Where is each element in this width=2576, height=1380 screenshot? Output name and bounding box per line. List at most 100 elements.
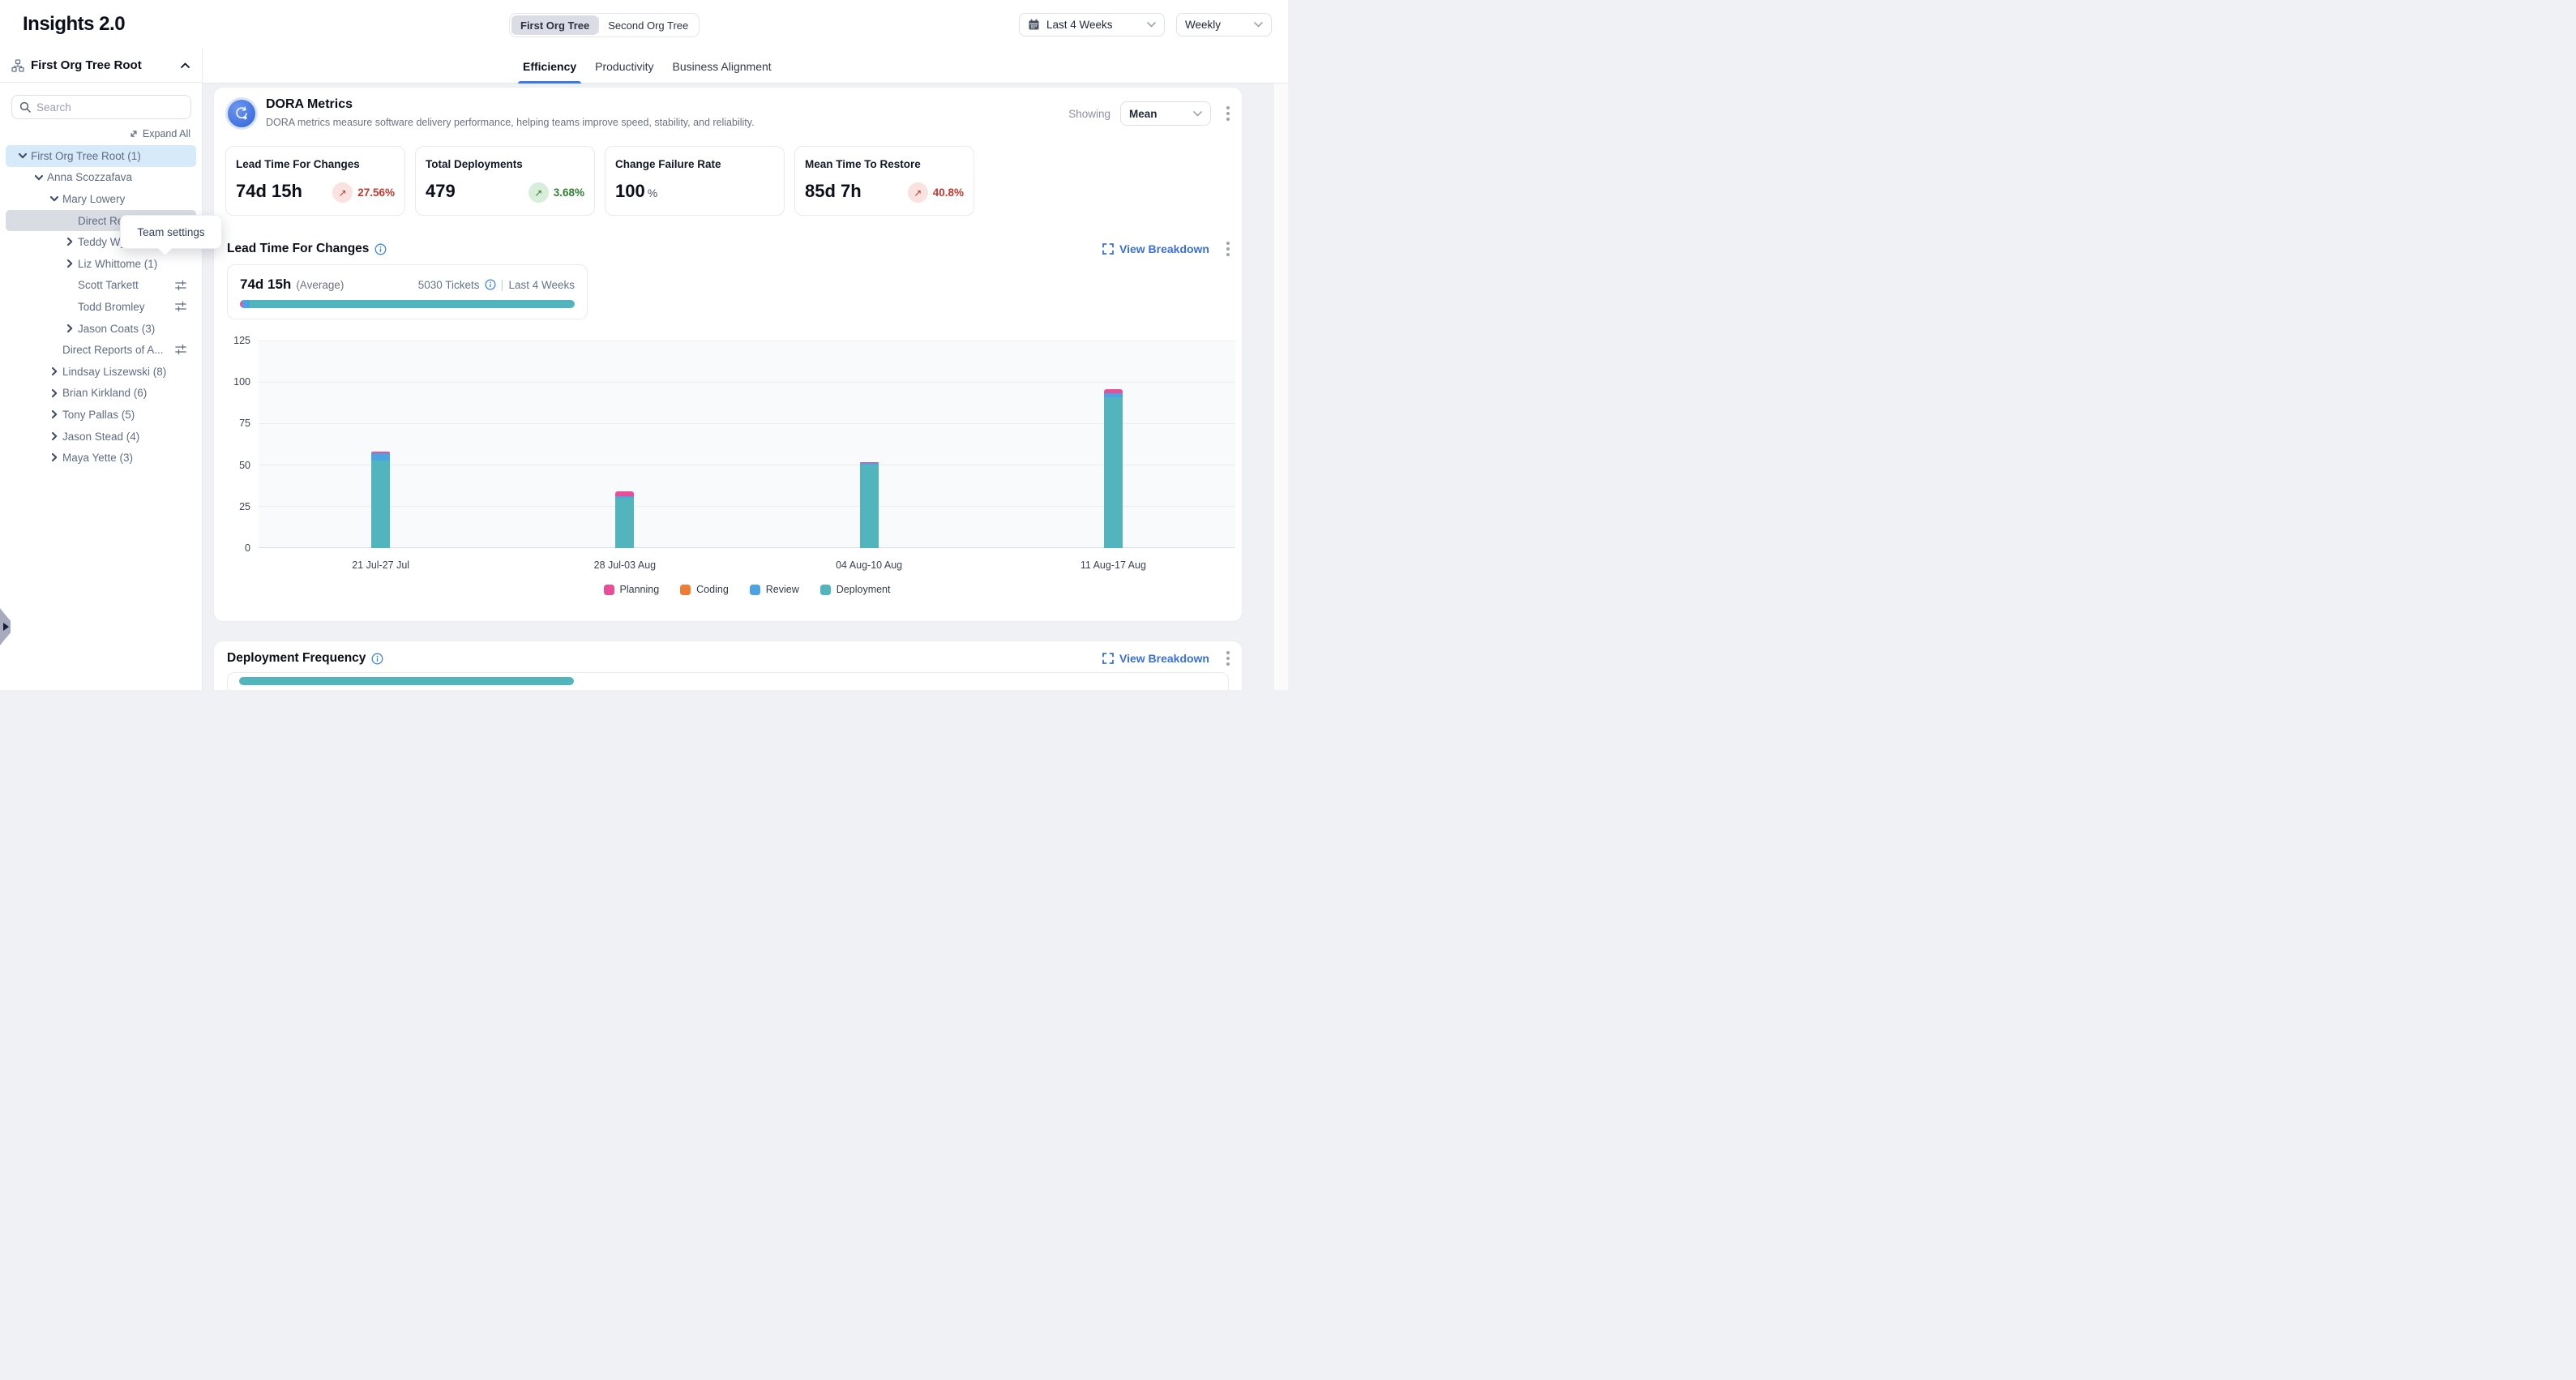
tree-item-todd-bromley[interactable]: Todd Bromley <box>6 296 196 318</box>
tree-item-label: Todd Bromley <box>78 301 145 313</box>
lead-time-section-header: Lead Time For Changes View Breakdown <box>227 238 1235 259</box>
legend-item-deployment[interactable]: Deployment <box>820 584 891 595</box>
chevron-up-icon[interactable] <box>180 62 190 69</box>
stat-card-label: Change Failure Rate <box>615 158 774 170</box>
stat-card-delta-pct: 40.8% <box>933 186 964 199</box>
tree-item-jason-coats-3[interactable]: Jason Coats (3) <box>6 318 196 340</box>
info-icon[interactable] <box>371 653 383 665</box>
stat-card-delta-pct: 27.56% <box>357 186 395 199</box>
kebab-menu-icon[interactable] <box>1221 103 1235 124</box>
tree-item-jason-stead-4[interactable]: Jason Stead (4) <box>6 426 196 448</box>
bar-segment-deployment <box>860 465 879 548</box>
tree-item-label: Liz Whittome (1) <box>78 258 157 270</box>
tab-efficiency[interactable]: Efficiency <box>521 49 578 84</box>
chevron-right-icon[interactable] <box>49 431 60 442</box>
expand-diagonal-icon <box>129 129 139 139</box>
search-box[interactable] <box>11 95 191 119</box>
tab-business-alignment[interactable]: Business Alignment <box>671 49 773 84</box>
chevron-right-icon[interactable] <box>49 366 60 377</box>
chevron-right-icon[interactable] <box>64 258 75 269</box>
legend-item-planning[interactable]: Planning <box>604 584 660 595</box>
toggle-first-org-tree[interactable]: First Org Tree <box>511 15 598 35</box>
team-settings-sliders-icon[interactable] <box>175 280 186 291</box>
search-input[interactable] <box>36 101 183 114</box>
gridline-75 <box>259 423 1235 424</box>
legend-item-review[interactable]: Review <box>750 584 799 595</box>
lead-time-chart: 0255075100125 <box>227 341 1235 548</box>
main-area: Efficiency Productivity Business Alignme… <box>203 49 1288 690</box>
tree-item-anna-scozzafava[interactable]: Anna Scozzafava <box>6 167 196 189</box>
tickets-count: 5030 Tickets <box>418 279 480 291</box>
tree-item-direct-reports-of-a[interactable]: Direct Reports of A... <box>6 339 196 361</box>
y-tick-label: 25 <box>239 501 250 512</box>
lead-time-section-title: Lead Time For Changes <box>227 242 369 256</box>
chevron-down-icon[interactable] <box>17 150 28 161</box>
tree-item-first-org-tree-root-1[interactable]: First Org Tree Root (1) <box>6 145 196 167</box>
bar-segment-deployment <box>1104 397 1123 548</box>
tree-item-maya-yette-3[interactable]: Maya Yette (3) <box>6 447 196 469</box>
tab-productivity[interactable]: Productivity <box>593 49 655 84</box>
tree-item-mary-lowery[interactable]: Mary Lowery <box>6 188 196 210</box>
expand-all-button[interactable]: Expand All <box>129 127 190 140</box>
view-breakdown-link[interactable]: View Breakdown <box>1102 652 1209 665</box>
team-settings-sliders-icon[interactable] <box>175 344 186 355</box>
chevron-right-icon[interactable] <box>64 323 75 334</box>
y-tick-label: 125 <box>233 335 250 346</box>
legend-item-coding[interactable]: Coding <box>680 584 729 595</box>
kebab-menu-icon[interactable] <box>1221 238 1235 259</box>
bar-segment-planning <box>371 452 390 453</box>
deployment-summary-card <box>227 672 1229 690</box>
tree-item-label: Mary Lowery <box>62 193 125 205</box>
x-tick-label: 21 Jul-27 Jul <box>352 559 409 571</box>
legend-swatch <box>820 585 831 595</box>
tree-item-lindsay-liszewski-8[interactable]: Lindsay Liszewski (8) <box>6 361 196 383</box>
scrollbar-track[interactable] <box>1274 84 1288 690</box>
team-settings-tooltip: Team settings <box>120 215 222 249</box>
calendar-icon <box>1028 19 1040 31</box>
tree-item-label: Jason Stead (4) <box>62 431 139 443</box>
gridline-0 <box>259 547 1235 548</box>
view-breakdown-link[interactable]: View Breakdown <box>1102 242 1209 255</box>
deployment-preview-bar <box>239 677 574 685</box>
stat-card-value: 85d 7h <box>805 181 862 202</box>
legend-label: Review <box>766 584 799 595</box>
trend-up-arrow-icon: ↗ <box>908 182 928 203</box>
chevron-right-icon[interactable] <box>64 236 75 247</box>
tree-item-liz-whittome-1[interactable]: Liz Whittome (1) <box>6 253 196 275</box>
bar-04-aug-10-aug[interactable] <box>860 341 879 548</box>
team-settings-sliders-icon[interactable] <box>175 301 186 312</box>
info-icon[interactable] <box>485 279 496 290</box>
chevron-right-icon[interactable] <box>49 388 60 399</box>
legend-swatch <box>750 585 760 595</box>
bar-segment-review <box>1104 393 1123 397</box>
chevron-right-icon[interactable] <box>49 409 60 420</box>
legend-swatch <box>604 585 614 595</box>
expand-corners-icon <box>1102 243 1114 255</box>
chevron-down-icon[interactable] <box>33 172 45 183</box>
granularity-select[interactable]: Weekly <box>1176 13 1272 36</box>
tree-item-tony-pallas-5[interactable]: Tony Pallas (5) <box>6 404 196 426</box>
chevron-down-icon[interactable] <box>49 193 60 204</box>
stat-card-delta: ↗ 40.8% <box>908 182 964 203</box>
date-range-select[interactable]: Last 4 Weeks <box>1019 13 1165 36</box>
top-bar: Insights 2.0 First Org Tree Second Org T… <box>0 0 1288 49</box>
expand-all-label: Expand All <box>143 128 190 139</box>
date-range-value: Last 4 Weeks <box>1046 19 1113 31</box>
chevron-right-icon[interactable] <box>49 452 60 463</box>
toggle-second-org-tree[interactable]: Second Org Tree <box>599 15 697 35</box>
showing-value: Mean <box>1129 108 1157 120</box>
bar-11-aug-17-aug[interactable] <box>1104 341 1123 548</box>
tree-item-brian-kirkland-6[interactable]: Brian Kirkland (6) <box>6 383 196 405</box>
legend-swatch <box>680 585 691 595</box>
sidebar-header[interactable]: First Org Tree Root <box>0 49 202 83</box>
info-icon[interactable] <box>374 243 387 255</box>
bar-28-jul-03-aug[interactable] <box>615 341 634 548</box>
bar-segment-review <box>860 463 879 465</box>
chart-plot-area <box>259 341 1235 548</box>
search-icon <box>19 101 31 113</box>
showing-select[interactable]: Mean <box>1120 101 1211 126</box>
tree-item-scott-tarkett[interactable]: Scott Tarkett <box>6 275 196 297</box>
kebab-menu-icon[interactable] <box>1221 648 1235 669</box>
bar-21-jul-27-jul[interactable] <box>371 341 390 548</box>
average-summary-card: 74d 15h (Average) 5030 Tickets | Last 4 … <box>227 264 588 319</box>
